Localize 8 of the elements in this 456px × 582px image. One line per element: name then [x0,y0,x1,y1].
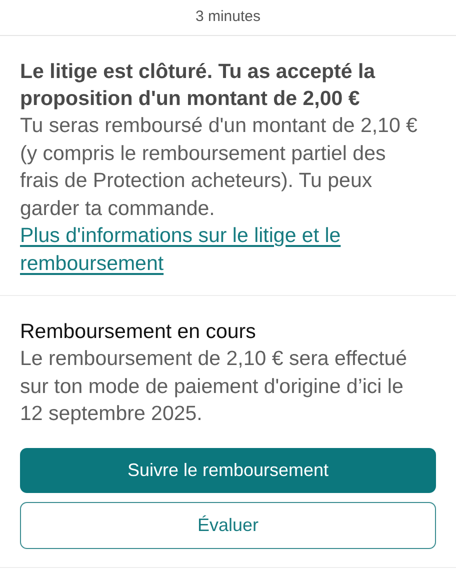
track-refund-button[interactable]: Suivre le remboursement [20,448,436,492]
refund-text: Le remboursement de 2,10 € sera effectué sur ton mode de paiement d'origine d’ici le 12 septembre 2025. [20,346,408,427]
info-link[interactable]: Plus d'informations sur le litige et le remboursement [20,222,422,277]
refund-title: Remboursement en cours [20,319,257,345]
rate-button[interactable]: Évaluer [20,502,436,548]
timestamp: 3 minutes [0,0,456,36]
dispute-text: Tu seras remboursé d'un montant de 2,10 € (y compris le remboursement partiel des frais de Protection acheteurs). Tu peux garder ta commande. Plus d'informations sur le litige et le remboursement [20,112,436,277]
dispute-title: Le litige est clôturé. Tu as accepté la proposition d'un montant de 2,00 € [20,59,376,112]
